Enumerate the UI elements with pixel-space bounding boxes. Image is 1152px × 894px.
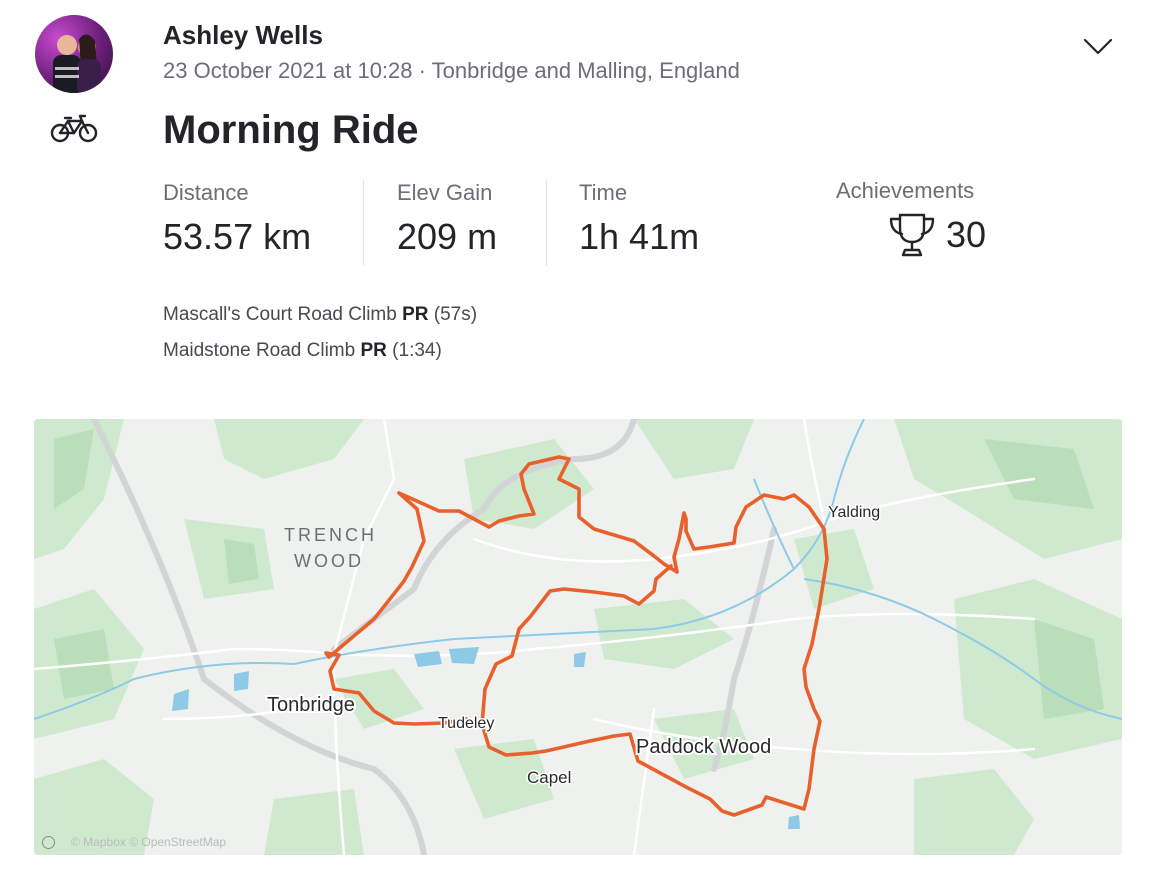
pr-badge: PR <box>360 340 387 361</box>
activity-meta: 23 October 2021 at 10:28 · Tonbridge and… <box>163 58 740 83</box>
map-label-yalding: Yalding <box>828 504 880 521</box>
achievements-label: Achievements <box>836 178 975 203</box>
stat-value: 209 m <box>397 216 498 257</box>
achievements-count: 30 <box>946 214 987 255</box>
stat-time: Time 1h 41m <box>579 180 699 258</box>
segment-row[interactable]: Mascall's Court Road Climb PR (57s) <box>163 304 477 326</box>
stat-label: Elev Gain <box>397 180 493 205</box>
activity-title[interactable]: Morning Ride <box>163 108 419 153</box>
stat-distance: Distance 53.57 km <box>163 180 311 258</box>
stat-elev-gain: Elev Gain 209 m <box>397 180 497 258</box>
stat-value: 1h 41m <box>579 216 700 257</box>
segment-name: Maidstone Road Climb <box>163 340 356 361</box>
route-map[interactable]: TRENCH WOOD Tonbridge Tudeley Capel Padd… <box>34 419 1122 855</box>
map-label-paddock-wood: Paddock Wood <box>636 736 771 758</box>
bicycle-icon <box>50 114 98 143</box>
map-attribution[interactable]: © Mapbox © OpenStreetMap <box>42 835 226 849</box>
map-label-capel: Capel <box>527 768 571 787</box>
pr-badge: PR <box>402 304 429 325</box>
stat-divider <box>546 180 547 266</box>
map-label-trench-wood: TRENCH <box>284 525 377 545</box>
stat-value: 53.57 km <box>163 216 312 257</box>
map-label-trench-wood: WOOD <box>294 551 364 571</box>
athlete-name[interactable]: Ashley Wells <box>163 20 323 51</box>
segment-row[interactable]: Maidstone Road Climb PR (1:34) <box>163 340 442 362</box>
achievements[interactable]: Achievements 30 <box>836 178 986 257</box>
segment-name: Mascall's Court Road Climb <box>163 304 397 325</box>
mapbox-logo-icon <box>42 835 55 849</box>
segment-time: (1:34) <box>392 340 442 361</box>
segment-time: (57s) <box>433 304 478 325</box>
stat-label: Distance <box>163 180 249 205</box>
avatar[interactable] <box>35 15 113 93</box>
stat-divider <box>363 180 364 266</box>
trophy-icon <box>889 213 935 257</box>
map-label-tudeley: Tudeley <box>438 715 494 732</box>
chevron-down-icon[interactable] <box>1082 34 1114 58</box>
stat-label: Time <box>579 180 628 205</box>
map-label-tonbridge: Tonbridge <box>267 694 355 716</box>
attribution-text: © Mapbox © OpenStreetMap <box>71 835 227 849</box>
